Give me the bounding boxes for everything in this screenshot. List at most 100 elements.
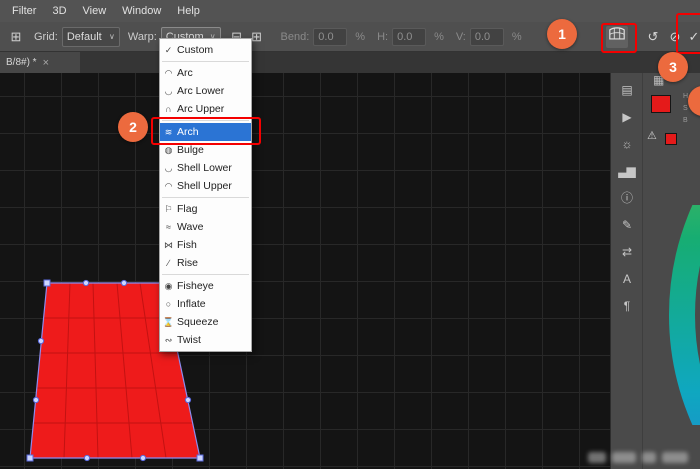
options-bar: ⊞ Grid: Default ∨ Warp: Custom ∨ ⊟ ⊞ Ben… bbox=[0, 22, 700, 52]
warp-menu-item-fisheye[interactable]: ◉ Fisheye bbox=[160, 277, 251, 295]
warp-menu-item-fish[interactable]: ⋈ Fish bbox=[160, 236, 251, 254]
h-input[interactable]: 0.0 bbox=[392, 27, 427, 46]
menu-help[interactable]: Help bbox=[169, 0, 208, 22]
panel-icon-strip: ▤ ▶ ☼ ▃▆ ⓘ ✎ ⇄ A ¶ bbox=[611, 73, 643, 469]
brush-settings-icon[interactable]: ✎ bbox=[614, 212, 640, 239]
bulge-icon: ◍ bbox=[164, 144, 173, 155]
bend-value: 0.0 bbox=[318, 30, 334, 43]
menu-separator bbox=[162, 274, 249, 275]
percent-label: % bbox=[511, 30, 522, 43]
styles-panel-icon[interactable]: ☼ bbox=[614, 131, 640, 158]
menu-item-label: Custom bbox=[177, 44, 214, 56]
character-panel-icon[interactable]: A bbox=[614, 266, 640, 293]
histogram-panel-icon[interactable]: ▃▆ bbox=[614, 158, 640, 185]
photoshop-window: Filter 3D View Window Help ⊞ Grid: Defau… bbox=[0, 0, 700, 469]
warp-menu-item-arc-upper[interactable]: ∩ Arc Upper bbox=[160, 100, 251, 118]
warp-menu-item-rise[interactable]: ∕ Rise bbox=[160, 254, 251, 272]
paragraph-panel-icon[interactable]: ¶ bbox=[614, 293, 640, 320]
menu-view[interactable]: View bbox=[75, 0, 115, 22]
menu-window[interactable]: Window bbox=[114, 0, 169, 22]
warp-menu-item-wave[interactable]: ≈ Wave bbox=[160, 218, 251, 236]
adjustments-panel-icon[interactable]: ▤ bbox=[614, 77, 640, 104]
menu-item-label: Shell Lower bbox=[177, 162, 232, 174]
h-value: 0.0 bbox=[397, 30, 413, 43]
shell-lower-icon: ◡ bbox=[164, 162, 173, 173]
check-icon: ✓ bbox=[164, 44, 173, 55]
menu-item-label: Arc bbox=[177, 67, 193, 79]
watermark bbox=[588, 448, 692, 466]
h-label: H: bbox=[377, 30, 389, 43]
color-wheel[interactable] bbox=[661, 205, 700, 425]
menu-item-label: Arc Upper bbox=[177, 103, 225, 115]
reference-point-icon: ⊞ bbox=[10, 28, 22, 44]
warp-menu-item-twist[interactable]: ∾ Twist bbox=[160, 331, 251, 349]
warp-label: Warp: bbox=[127, 30, 157, 43]
warp-menu-item-arc[interactable]: ◠ Arc bbox=[160, 64, 251, 82]
squeeze-icon: ⌛ bbox=[162, 316, 175, 327]
close-icon[interactable]: × bbox=[43, 57, 49, 69]
gamut-color-chip[interactable] bbox=[665, 133, 677, 145]
warp-menu-item-shell-upper[interactable]: ◠ Shell Upper bbox=[160, 177, 251, 195]
menu-item-label: Shell Upper bbox=[177, 180, 232, 192]
fisheye-icon: ◉ bbox=[164, 280, 173, 291]
menu-item-label: Inflate bbox=[177, 298, 206, 310]
arc-lower-icon: ◡ bbox=[164, 85, 173, 96]
step-badge-2: 2 bbox=[118, 112, 148, 142]
warp-menu-item-inflate[interactable]: ○ Inflate bbox=[160, 295, 251, 313]
clone-source-icon[interactable]: ⇄ bbox=[614, 239, 640, 266]
rise-icon: ∕ bbox=[167, 258, 170, 268]
grid-select[interactable]: Default ∨ bbox=[61, 26, 120, 47]
percent-label: % bbox=[434, 30, 444, 43]
arc-upper-icon: ∩ bbox=[165, 104, 172, 114]
flag-icon: ⚐ bbox=[164, 203, 173, 214]
menu-3d[interactable]: 3D bbox=[44, 0, 74, 22]
callout-box-arch bbox=[151, 117, 261, 145]
saturation-label: S bbox=[683, 105, 688, 112]
fish-icon: ⋈ bbox=[164, 239, 173, 250]
document-canvas[interactable] bbox=[0, 73, 610, 469]
step-badge-1: 1 bbox=[547, 19, 577, 49]
callout-box-warp-toggle bbox=[601, 23, 637, 53]
menu-item-label: Fisheye bbox=[177, 280, 214, 292]
step-badge-3: 3 bbox=[658, 52, 688, 82]
menu-bar: Filter 3D View Window Help bbox=[0, 0, 700, 22]
info-panel-icon[interactable]: ⓘ bbox=[614, 185, 640, 212]
menu-item-label: Squeeze bbox=[177, 316, 219, 328]
menu-separator bbox=[162, 197, 249, 198]
chevron-down-icon: ∨ bbox=[108, 32, 115, 41]
v-input[interactable]: 0.0 bbox=[469, 27, 504, 46]
foreground-color-swatch[interactable] bbox=[651, 95, 671, 113]
grid-select-value: Default bbox=[66, 30, 102, 43]
actions-play-icon[interactable]: ▶ bbox=[614, 104, 640, 131]
percent-label: % bbox=[355, 30, 366, 43]
inflate-icon: ○ bbox=[165, 299, 172, 309]
warp-shape[interactable] bbox=[0, 73, 610, 469]
reset-warp-button[interactable]: ↺ bbox=[642, 26, 664, 48]
menu-item-label: Arc Lower bbox=[177, 85, 225, 97]
bend-input[interactable]: 0.0 bbox=[313, 27, 348, 46]
menu-item-label: Flag bbox=[177, 203, 198, 215]
tab-title: B/8#) * bbox=[6, 57, 37, 68]
menu-item-label: Rise bbox=[177, 257, 199, 269]
v-value: 0.0 bbox=[474, 30, 491, 43]
color-panel: ▦ H S B ⚠ bbox=[643, 73, 700, 469]
wave-icon: ≈ bbox=[166, 222, 171, 232]
brightness-label: B bbox=[683, 117, 688, 124]
right-panel: ▤ ▶ ☼ ▃▆ ⓘ ✎ ⇄ A ¶ ▦ H S B ⚠ bbox=[610, 73, 700, 469]
tab-bar: B/8#) * × bbox=[0, 52, 700, 73]
warp-menu-item-flag[interactable]: ⚐ Flag bbox=[160, 200, 251, 218]
callout-box-commit bbox=[676, 13, 700, 54]
document-tab[interactable]: B/8#) * × bbox=[0, 52, 80, 73]
warp-style-menu: ✓ Custom ◠ Arc ◡ Arc Lower ∩ Arc Upper ≋… bbox=[159, 38, 252, 352]
warp-menu-item-squeeze[interactable]: ⌛ Squeeze bbox=[160, 313, 251, 331]
warp-menu-item-custom[interactable]: ✓ Custom bbox=[160, 41, 251, 59]
gamut-warning-icon[interactable]: ⚠ bbox=[647, 129, 657, 142]
menu-filter[interactable]: Filter bbox=[4, 0, 44, 22]
v-label: V: bbox=[455, 30, 466, 43]
warp-menu-item-shell-lower[interactable]: ◡ Shell Lower bbox=[160, 159, 251, 177]
menu-item-label: Wave bbox=[177, 221, 204, 233]
menu-item-label: Fish bbox=[177, 239, 197, 251]
grid-label: Grid: bbox=[34, 30, 58, 43]
shell-upper-icon: ◠ bbox=[164, 180, 173, 191]
warp-menu-item-arc-lower[interactable]: ◡ Arc Lower bbox=[160, 82, 251, 100]
